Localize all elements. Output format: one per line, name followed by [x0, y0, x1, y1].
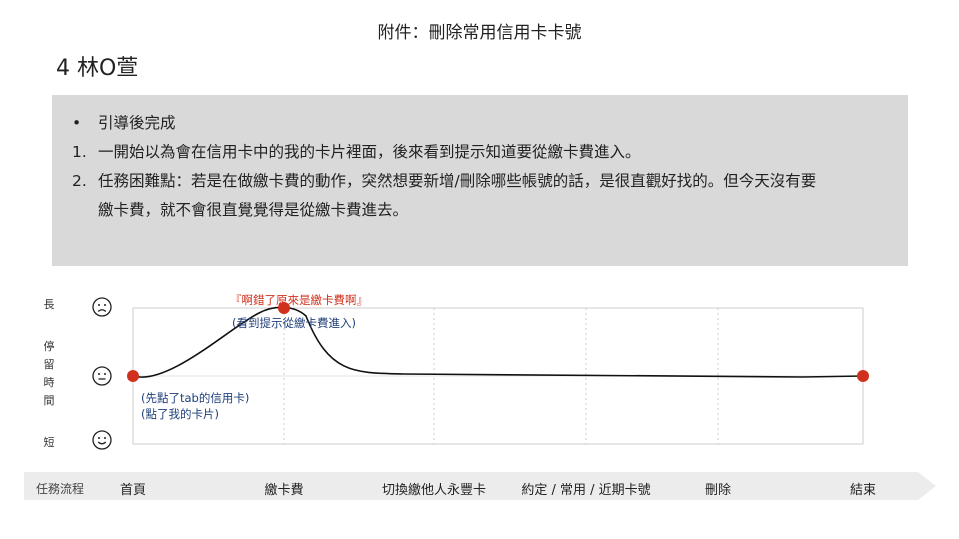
task-flow-step-2: 繳卡費 [264, 483, 304, 498]
task-flow-step-3: 切換繳他人永豐卡 [381, 483, 487, 498]
task-flow-step-1: 首頁 [119, 483, 147, 498]
journey-point-1 [127, 370, 139, 382]
task-flow-step-5: 刪除 [704, 483, 732, 498]
journey-point-6 [857, 370, 869, 382]
journey-chart [127, 302, 869, 445]
peak-quote-annotation: 『啊錯了原來是繳卡費啊』 [230, 293, 368, 307]
start-note-annotation-1: (先點了tab的信用卡) [141, 391, 250, 405]
task-flow-step-6: 結束 [849, 483, 877, 498]
start-note-annotation-2: (點了我的卡片) [141, 407, 219, 421]
peak-note-annotation: (看到提示從繳卡費進入) [232, 316, 356, 330]
task-flow-title: 任務流程 [36, 482, 85, 496]
chart-markers [127, 302, 869, 382]
task-flow-step-4: 約定 / 常用 / 近期卡號 [521, 483, 651, 498]
